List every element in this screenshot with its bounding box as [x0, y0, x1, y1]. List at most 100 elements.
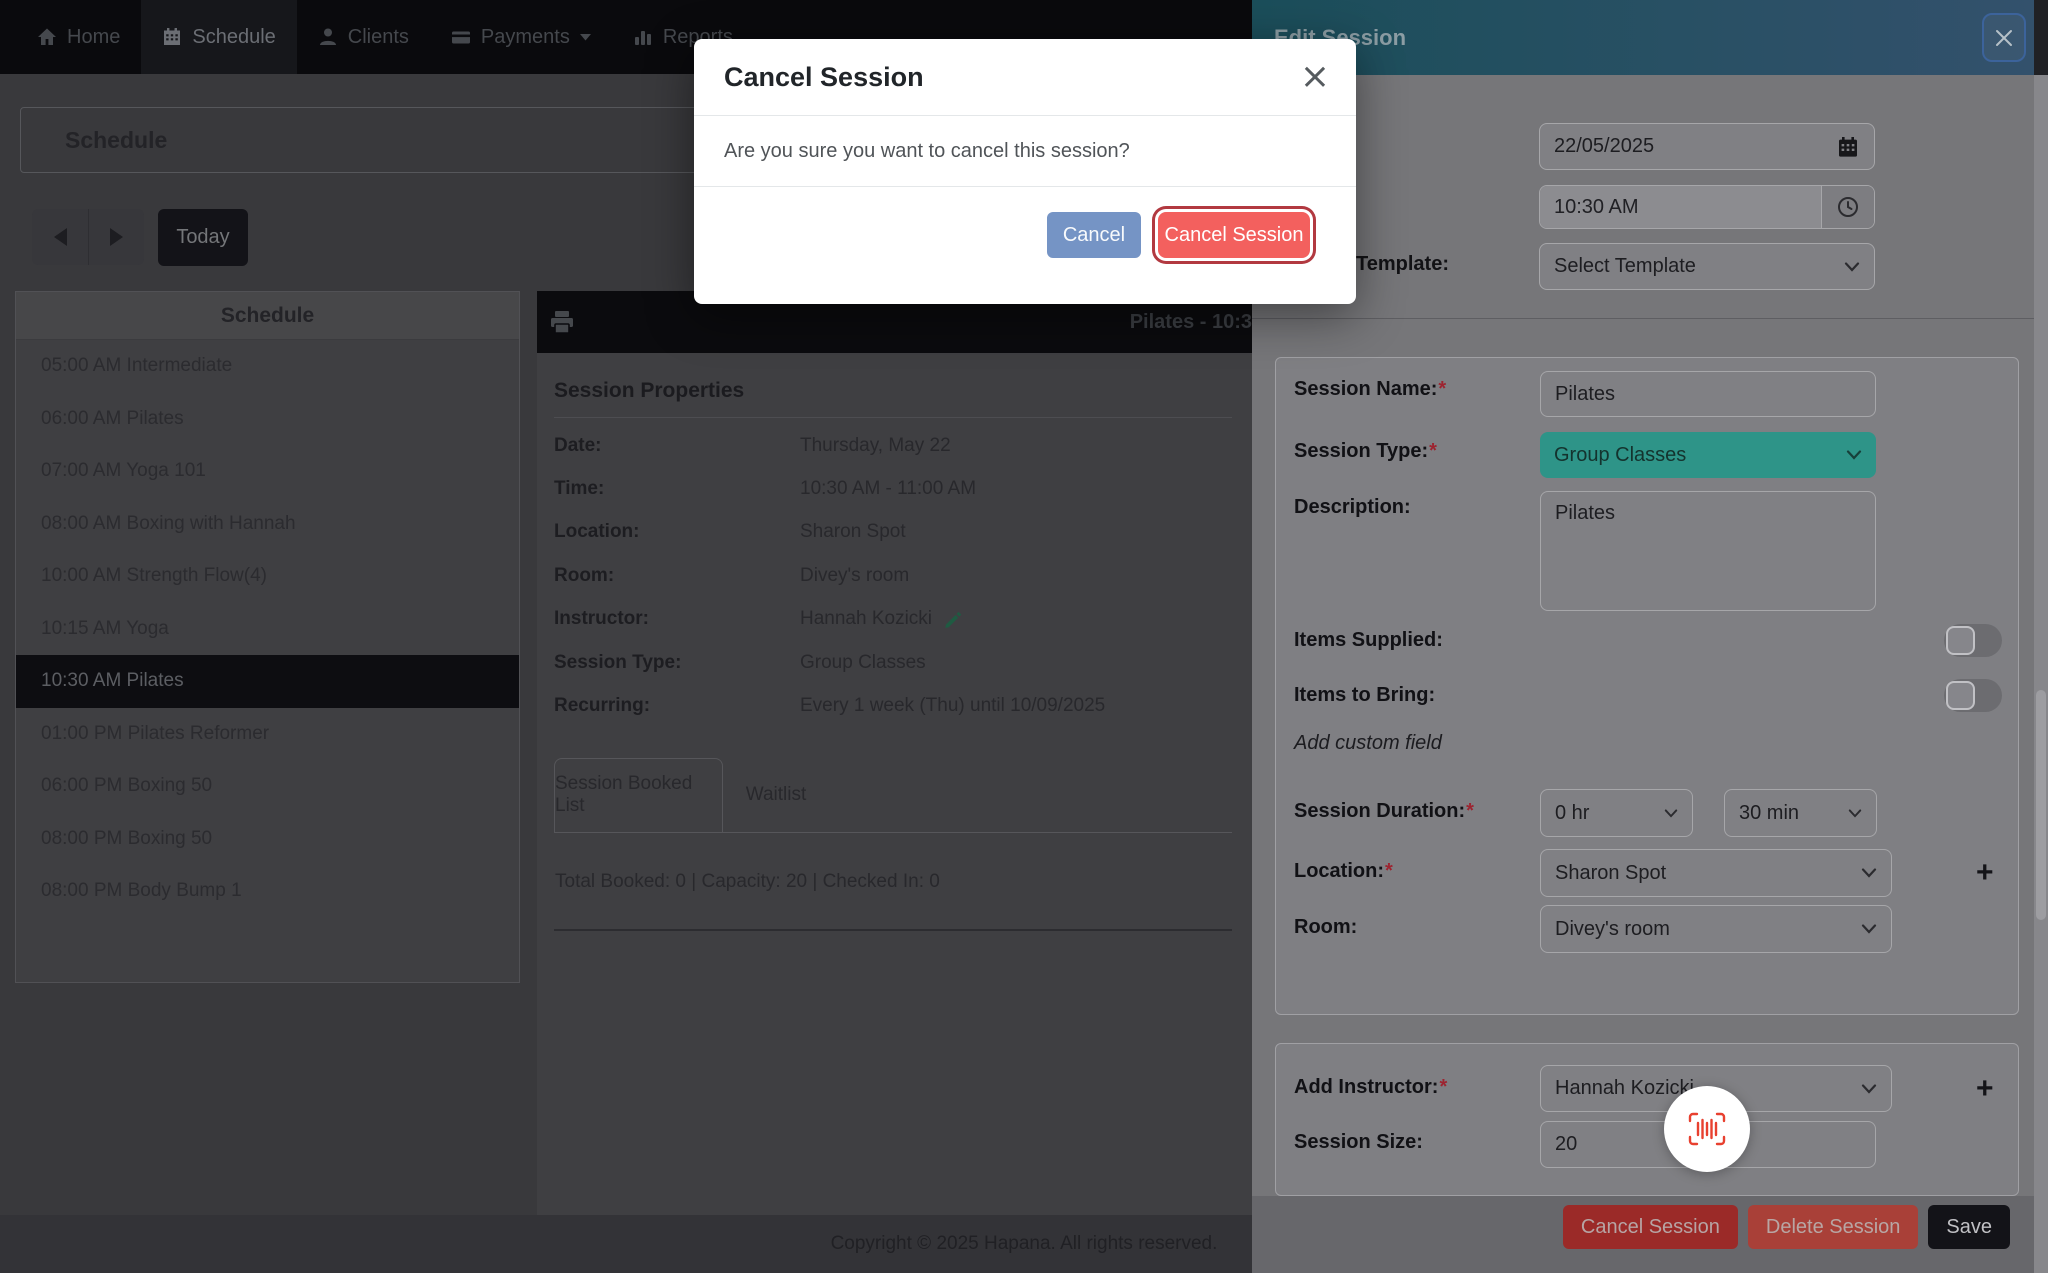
add-instructor-button[interactable]: + [1976, 1074, 1994, 1104]
divider [1252, 318, 2034, 319]
booking-summary: Total Booked: 0 | Capacity: 20 | Checked… [555, 871, 1232, 893]
modal-cancel-button[interactable]: Cancel [1047, 212, 1141, 258]
duration-hours-select[interactable]: 0 hr [1540, 789, 1693, 837]
print-icon[interactable] [549, 310, 575, 334]
nav-label: Clients [348, 26, 409, 49]
list-item[interactable]: 05:00 AM Intermediate [16, 340, 519, 393]
divider [554, 929, 1232, 931]
list-item[interactable]: 07:00 AM Yoga 101 [16, 445, 519, 498]
modal-close-icon[interactable]: × [1300, 59, 1330, 95]
nav-label: Schedule [192, 26, 275, 49]
session-time-input[interactable]: 10:30 AM [1539, 185, 1875, 229]
tab-waitlist[interactable]: Waitlist [723, 758, 829, 832]
list-item[interactable]: 08:00 PM Boxing 50 [16, 813, 519, 866]
list-item[interactable]: 08:00 PM Body Bump 1 [16, 865, 519, 918]
today-button[interactable]: Today [158, 209, 248, 266]
list-item[interactable]: 10:00 AM Strength Flow(4) [16, 550, 519, 603]
session-detail-panel: Pilates - 10:3 Session Properties Date: … [537, 291, 1252, 1215]
person-icon [318, 27, 338, 47]
save-button[interactable]: Save [1928, 1205, 2010, 1249]
drawer-footer: Cancel Session Delete Session Save [1252, 1196, 2034, 1273]
chevron-down-icon [1846, 450, 1862, 460]
nav-item-schedule[interactable]: Schedule [141, 0, 296, 74]
prev-day-button[interactable] [32, 209, 88, 265]
items-to-bring-label: Items to Bring: [1294, 684, 1435, 707]
session-type-select[interactable]: Group Classes [1540, 432, 1876, 478]
nav-item-home[interactable]: Home [16, 0, 141, 74]
schedule-list: Schedule 05:00 AM Intermediate 06:00 AM … [15, 291, 520, 983]
cancel-session-modal: Cancel Session × Are you sure you want t… [694, 39, 1356, 304]
nav-item-payments[interactable]: Payments [430, 0, 612, 74]
list-item[interactable]: 06:00 PM Boxing 50 [16, 760, 519, 813]
list-item[interactable]: 01:00 PM Pilates Reformer [16, 708, 519, 761]
clock-icon [1836, 195, 1860, 219]
property-row: Date: Thursday, May 22 [554, 424, 1232, 467]
duration-minutes-select[interactable]: 30 min [1724, 789, 1877, 837]
location-select[interactable]: Sharon Spot [1540, 849, 1892, 897]
delete-session-button[interactable]: Delete Session [1748, 1205, 1919, 1249]
template-label: Template: [1356, 253, 1449, 276]
chevron-down-icon [1844, 262, 1860, 272]
arrow-right-icon [110, 228, 123, 246]
arrow-left-icon [54, 228, 67, 246]
next-day-button[interactable] [88, 209, 144, 265]
cancel-session-button[interactable]: Cancel Session [1563, 1205, 1738, 1249]
items-to-bring-toggle[interactable] [1944, 679, 2002, 712]
property-row: Room: Divey's room [554, 554, 1232, 597]
drawer-close-button[interactable] [1982, 13, 2026, 62]
home-icon [37, 27, 57, 47]
loading-spinner [1664, 1086, 1750, 1172]
property-row: Session Type: Group Classes [554, 641, 1232, 684]
items-supplied-label: Items Supplied: [1294, 629, 1443, 652]
modal-message: Are you sure you want to cancel this ses… [694, 116, 1356, 187]
description-textarea[interactable]: Pilates [1540, 491, 1876, 611]
toggle-knob [1946, 681, 1975, 710]
session-name-label: Session Name:* [1294, 378, 1446, 401]
chevron-down-icon [1664, 809, 1678, 818]
items-supplied-toggle[interactable] [1944, 624, 2002, 657]
bar-chart-icon [633, 27, 653, 47]
nav-item-clients[interactable]: Clients [297, 0, 430, 74]
add-custom-field-link[interactable]: Add custom field [1294, 732, 1442, 755]
template-select[interactable]: Select Template [1539, 243, 1875, 290]
list-item[interactable]: 08:00 AM Boxing with Hannah [16, 498, 519, 551]
calendar-icon[interactable] [1836, 135, 1860, 159]
session-toolbar-title: Pilates - 10:3 [1130, 311, 1252, 334]
modal-confirm-cancel-session-button[interactable]: Cancel Session [1158, 212, 1310, 258]
nav-label: Payments [481, 26, 570, 49]
time-picker-button[interactable] [1822, 186, 1874, 228]
session-form-card: Session Name:* Pilates Session Type:* Gr… [1275, 357, 2019, 1015]
barcode-loader-icon [1687, 1111, 1727, 1147]
schedule-list-header: Schedule [16, 292, 519, 340]
property-row: Instructor: Hannah Kozicki [554, 598, 1232, 641]
property-row: Recurring: Every 1 week (Thu) until 10/0… [554, 684, 1232, 727]
scrollbar-thumb[interactable] [2036, 690, 2046, 920]
list-item-selected[interactable]: 10:30 AM Pilates [16, 655, 519, 708]
date-nav-arrows [32, 209, 144, 265]
session-properties: Session Properties Date: Thursday, May 2… [537, 353, 1252, 728]
session-properties-title: Session Properties [554, 379, 1232, 403]
session-name-input[interactable]: Pilates [1540, 371, 1876, 417]
copyright-text: Copyright © 2025 Hapana. All rights rese… [831, 1233, 1218, 1255]
chevron-down-icon [1861, 924, 1877, 934]
modal-title: Cancel Session [724, 62, 924, 93]
list-item[interactable]: 10:15 AM Yoga [16, 603, 519, 656]
instructor-form-card: Add Instructor:* Hannah Kozicki + Sessio… [1275, 1043, 2019, 1196]
chevron-down-icon [1848, 809, 1862, 818]
toggle-knob [1946, 626, 1975, 655]
chevron-down-icon [1861, 1084, 1877, 1094]
session-date-input[interactable]: 22/05/2025 [1539, 123, 1875, 170]
description-label: Description: [1294, 496, 1411, 519]
tab-session-booked-list[interactable]: Session Booked List [554, 758, 723, 832]
drawer-scrollbar[interactable] [2034, 75, 2048, 1273]
list-item[interactable]: 06:00 AM Pilates [16, 393, 519, 446]
edit-pencil-icon[interactable] [944, 609, 964, 629]
add-location-button[interactable]: + [1976, 858, 1994, 888]
room-select[interactable]: Divey's room [1540, 905, 1892, 953]
credit-card-icon [451, 27, 471, 47]
chevron-down-icon [580, 33, 591, 41]
session-type-label: Session Type:* [1294, 440, 1437, 463]
modal-footer: Cancel Cancel Session [694, 187, 1356, 258]
drawer-header: Edit Session [1252, 0, 2034, 75]
edit-session-drawer: Edit Session 22/05/2025 10:30 AM Templat… [1252, 0, 2048, 1273]
